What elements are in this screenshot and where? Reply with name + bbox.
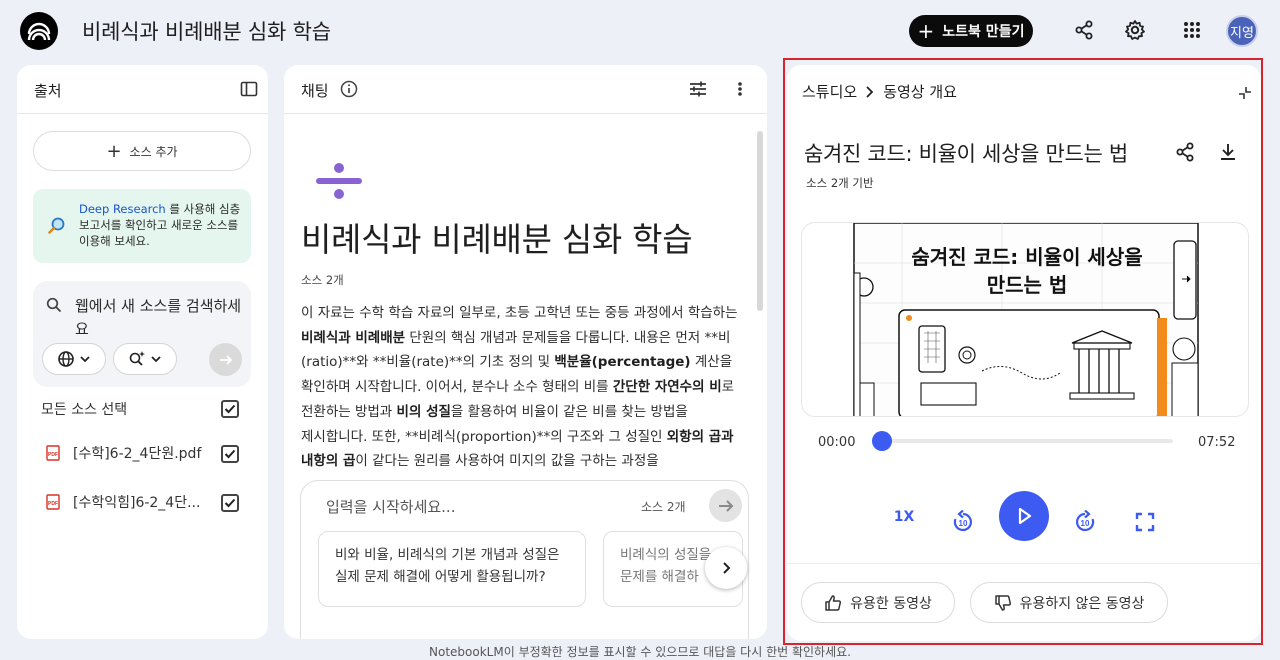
sources-panel-header: 출처 — [17, 65, 268, 114]
composer-source-count: 소스 2개 — [641, 500, 686, 514]
chat-panel-header: 채팅 — [284, 65, 767, 114]
helpful-video-label: 유용한 동영상 — [850, 595, 932, 612]
plus-icon: + — [106, 140, 122, 162]
breadcrumb-video-overview: 동영상 개요 — [883, 83, 957, 101]
chat-panel: 채팅 비례식과 비례배분 심화 학습 소스 2개 이 자료는 수학 학습 자료의… — [284, 65, 767, 639]
download-icon[interactable] — [1218, 142, 1238, 166]
add-source-label: 소스 추가 — [129, 144, 178, 159]
helpful-video-button[interactable]: 유용한 동영상 — [801, 582, 955, 623]
top-bar: 비례식과 비례배분 심화 학습 + 노트북 만들기 지영 — [0, 0, 1280, 62]
source-item-checkbox[interactable] — [221, 494, 239, 512]
chat-scrollbar[interactable] — [757, 131, 763, 311]
rewind-10-icon[interactable]: 10 — [950, 509, 976, 535]
search-submit-button[interactable] — [209, 343, 242, 376]
video-title: 숨겨진 코드: 비율이 세상을 만드는 법 — [804, 142, 1128, 166]
chevron-right-icon — [723, 562, 731, 574]
deep-research-banner[interactable]: Deep Research 를 사용해 심층 보고서를 확인하고 새로운 소스를… — [33, 189, 251, 263]
sources-panel: 출처 + 소스 추가 Deep Research 를 사용해 심층 보고서를 확… — [17, 65, 268, 639]
send-message-button[interactable] — [709, 489, 742, 522]
chevron-down-icon — [80, 356, 90, 363]
user-avatar[interactable]: 지영 — [1226, 15, 1258, 47]
info-icon[interactable] — [340, 80, 358, 102]
chevron-right-icon — [866, 85, 874, 98]
pdf-icon: PDF — [46, 445, 60, 461]
arrow-right-icon — [219, 354, 232, 365]
chat-notebook-heading: 비례식과 비례배분 심화 학습 — [301, 220, 693, 259]
studio-panel-highlight: 스튜디오 동영상 개요 숨겨진 코드: 비율이 세상을 만드는 법 소스 2개 … — [783, 58, 1263, 645]
tune-settings-icon[interactable] — [689, 80, 707, 102]
total-duration: 07:52 — [1198, 435, 1236, 450]
chevron-down-icon — [151, 356, 161, 363]
plus-icon: + — [917, 19, 935, 43]
more-vert-icon[interactable] — [736, 80, 744, 102]
apps-grid-icon[interactable] — [1180, 18, 1204, 42]
checkmark-icon — [224, 404, 236, 414]
share-icon[interactable] — [1175, 142, 1195, 166]
notebook-title[interactable]: 비례식과 비례배분 심화 학습 — [82, 16, 331, 46]
collapse-sidebar-icon[interactable] — [240, 80, 258, 102]
current-time: 00:00 — [818, 435, 856, 450]
forward-10-icon[interactable]: 10 — [1072, 509, 1098, 535]
video-source-basis: 소스 2개 기반 — [806, 176, 874, 190]
chat-panel-title: 채팅 — [301, 82, 329, 100]
share-icon[interactable] — [1072, 18, 1096, 42]
breadcrumb-studio[interactable]: 스튜디오 — [802, 81, 857, 102]
web-search-box: 웹에서 새 소스를 검색하세요 — [33, 281, 251, 387]
thumbnail-title: 숨겨진 코드: 비율이 세상을 만드는 법 — [911, 245, 1143, 297]
web-source-dropdown[interactable] — [42, 343, 106, 375]
checkmark-icon — [224, 449, 236, 459]
disclaimer-footer: NotebookLM이 부정확한 정보를 표시할 수 있으므로 대답을 다시 한… — [429, 645, 851, 659]
source-item[interactable]: PDF [수학익힘]6-2_4단... — [45, 491, 200, 513]
chat-input[interactable]: 입력을 시작하세요... — [326, 496, 455, 517]
chat-composer: 입력을 시작하세요... 소스 2개 비와 비율, 비례식의 기본 개념과 성질… — [300, 480, 749, 639]
play-button[interactable] — [999, 491, 1049, 541]
breadcrumb: 스튜디오 동영상 개요 — [802, 81, 957, 102]
research-mode-dropdown[interactable] — [113, 343, 177, 375]
not-helpful-video-button[interactable]: 유용하지 않은 동영상 — [970, 582, 1168, 623]
divide-emoji-icon — [314, 163, 364, 203]
deep-research-text: Deep Research 를 사용해 심층 보고서를 확인하고 새로운 소스를… — [79, 202, 241, 248]
select-all-checkbox[interactable] — [221, 400, 239, 418]
fullscreen-icon[interactable] — [1133, 510, 1157, 534]
source-item-name: [수학]6-2_4단원.pdf — [73, 446, 202, 462]
create-notebook-label: 노트북 만들기 — [942, 24, 1025, 40]
deep-research-link[interactable]: Deep Research — [79, 202, 166, 216]
play-icon — [1018, 507, 1032, 525]
seek-bar[interactable] — [881, 439, 1173, 443]
globe-icon — [58, 351, 74, 367]
suggestions-next-button[interactable] — [705, 547, 747, 589]
checkmark-icon — [224, 498, 236, 508]
divider — [787, 563, 1261, 564]
add-source-button[interactable]: + 소스 추가 — [33, 131, 251, 171]
suggested-question[interactable]: 비와 비율, 비례식의 기본 개념과 성질은 실제 문제 해결에 어떻게 활용됩… — [318, 531, 586, 607]
thumbs-up-icon — [825, 594, 842, 611]
svg-text:10: 10 — [1081, 519, 1090, 528]
playback-speed-button[interactable]: 1X — [892, 507, 916, 527]
pdf-icon: PDF — [46, 494, 60, 510]
source-item[interactable]: PDF [수학]6-2_4단원.pdf — [45, 442, 201, 464]
magnifier-icon — [47, 216, 67, 240]
create-notebook-button[interactable]: + 노트북 만들기 — [909, 15, 1033, 47]
source-item-checkbox[interactable] — [221, 445, 239, 463]
chat-source-count: 소스 2개 — [301, 273, 344, 287]
source-item-name: [수학익힘]6-2_4단... — [73, 495, 201, 511]
video-thumbnail[interactable]: 숨겨진 코드: 비율이 세상을 만드는 법 — [801, 222, 1249, 417]
collapse-panel-icon[interactable] — [1238, 85, 1252, 104]
thumbs-down-icon — [994, 594, 1011, 611]
web-search-input[interactable]: 웹에서 새 소스를 검색하세요 — [75, 295, 243, 341]
settings-gear-icon[interactable] — [1123, 18, 1147, 42]
select-all-label: 모든 소스 선택 — [41, 402, 128, 418]
studio-panel: 스튜디오 동영상 개요 숨겨진 코드: 비율이 세상을 만드는 법 소스 2개 … — [787, 65, 1261, 641]
chat-summary-text: 이 자료는 수학 학습 자료의 일부로, 초등 고학년 또는 중등 과정에서 학… — [301, 305, 738, 470]
notebooklm-logo-icon[interactable] — [20, 12, 58, 50]
svg-text:10: 10 — [959, 519, 968, 528]
search-sparkle-icon — [129, 351, 145, 366]
arrow-right-icon — [718, 499, 733, 512]
seek-handle[interactable] — [872, 431, 892, 451]
svg-text:PDF: PDF — [48, 501, 58, 507]
sources-panel-title: 출처 — [34, 82, 62, 100]
search-icon — [46, 297, 62, 317]
svg-text:PDF: PDF — [48, 452, 58, 458]
not-helpful-video-label: 유용하지 않은 동영상 — [1019, 595, 1145, 612]
